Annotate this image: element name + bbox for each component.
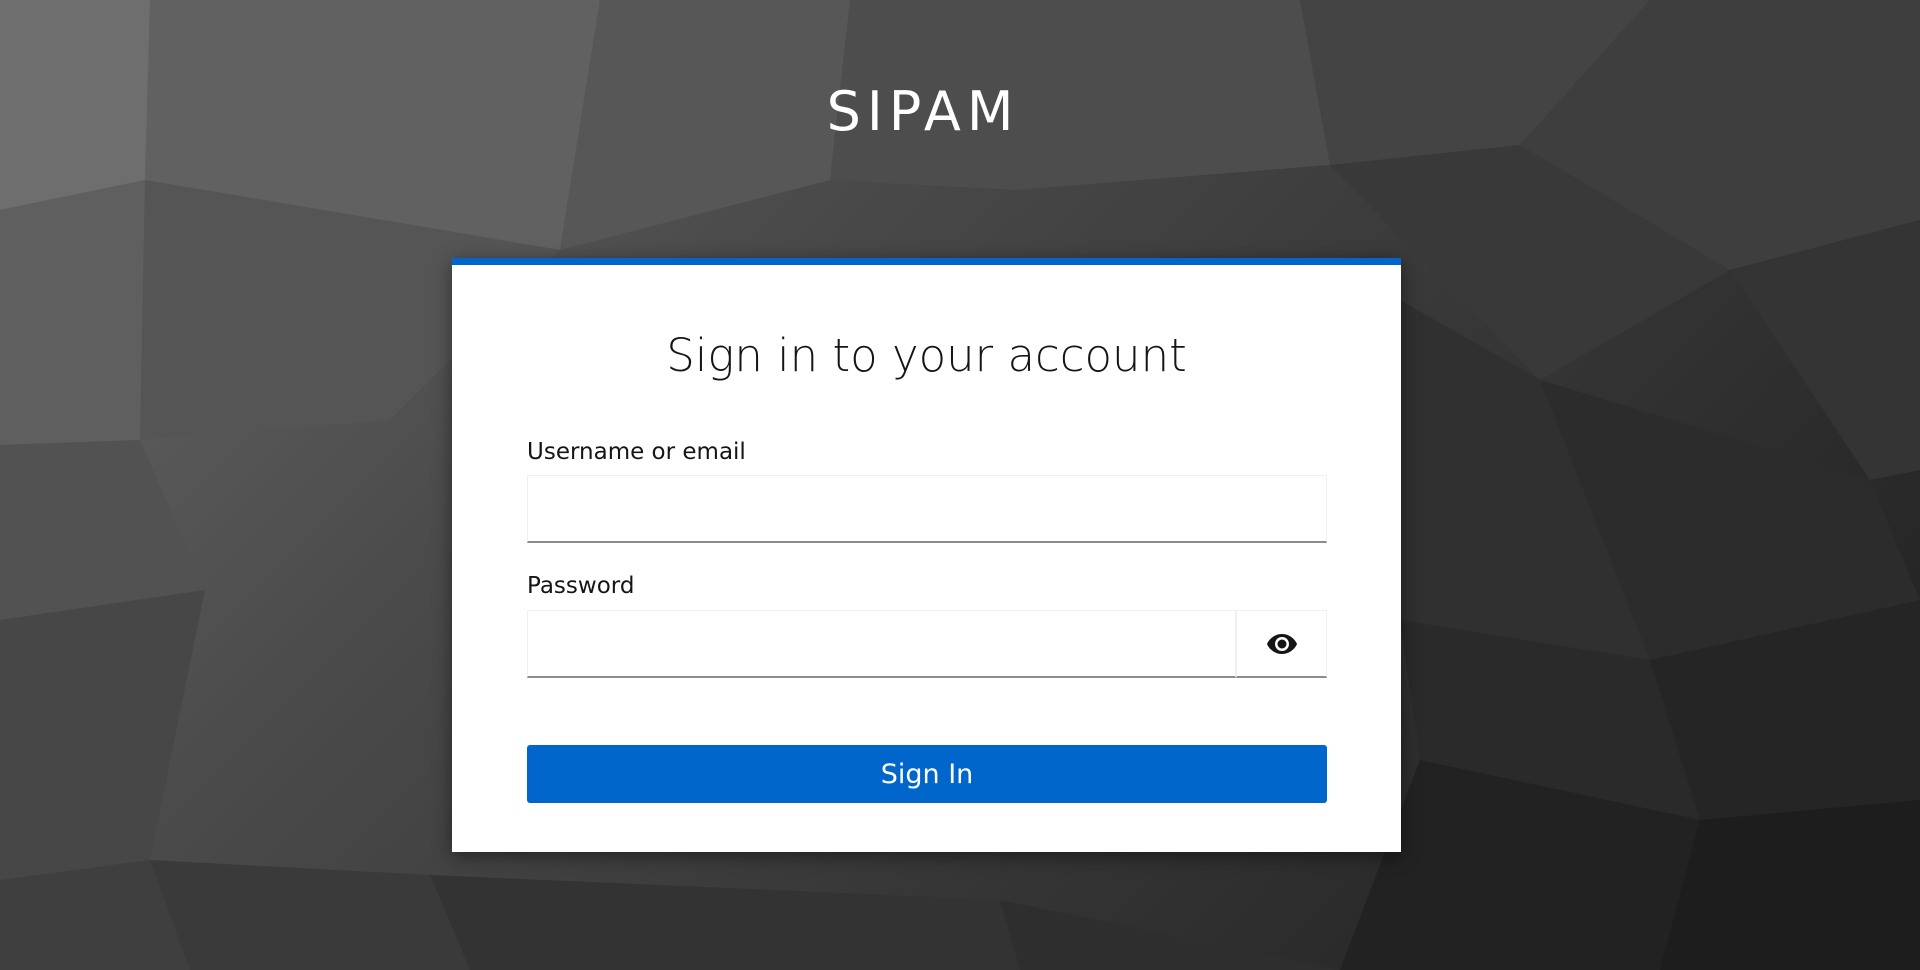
username-label: Username or email xyxy=(527,439,746,465)
sign-in-button[interactable]: Sign In xyxy=(527,745,1327,803)
eye-icon xyxy=(1266,633,1297,654)
password-label: Password xyxy=(527,573,635,599)
realm-title: SIPAM xyxy=(826,80,1020,143)
page-title: Sign in to your account xyxy=(666,329,1187,382)
show-password-button[interactable] xyxy=(1236,610,1327,678)
login-card: Sign in to your account Username or emai… xyxy=(452,258,1401,852)
password-input[interactable] xyxy=(527,610,1236,678)
username-input[interactable] xyxy=(527,475,1327,543)
